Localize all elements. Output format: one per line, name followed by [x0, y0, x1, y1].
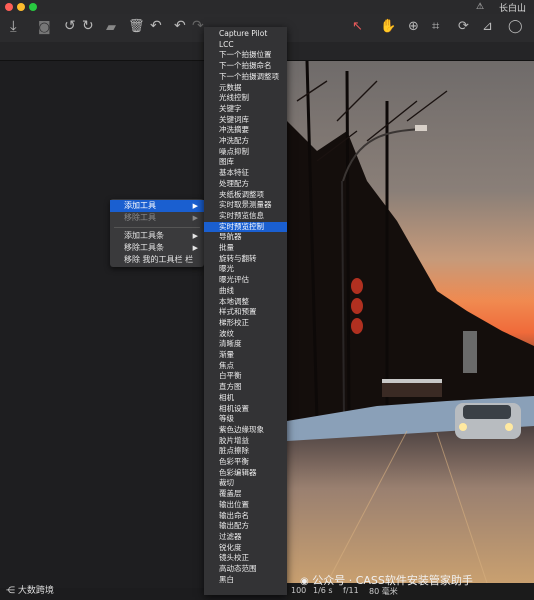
rotate-tool-icon[interactable]: ⟳	[458, 20, 469, 33]
submenu-item[interactable]: 梯形校正	[204, 318, 287, 329]
rotate-left-icon[interactable]: ↺	[64, 19, 76, 33]
submenu-item[interactable]: 胶片增益	[204, 436, 287, 447]
submenu-item[interactable]: 样式和预置	[204, 307, 287, 318]
submenu-item[interactable]: 下一个拍摄调整项	[204, 72, 287, 83]
submenu-item[interactable]: 关键字	[204, 104, 287, 115]
close-window-button[interactable]	[5, 3, 13, 11]
zoom-window-button[interactable]	[29, 3, 37, 11]
camera-icon[interactable]: ◙	[38, 21, 51, 34]
submenu-item[interactable]: LCC	[204, 40, 287, 51]
redo-icon[interactable]: ↷	[192, 19, 204, 33]
submenu-item[interactable]: 实时预览信息	[204, 211, 287, 222]
minimize-window-button[interactable]	[17, 3, 25, 11]
spot-removal-icon[interactable]: ◯	[508, 20, 523, 33]
submenu-item[interactable]: 旋转与翻转	[204, 254, 287, 265]
menu-add-toolbar[interactable]: 添加工具条 ▶	[110, 230, 204, 242]
submenu-item[interactable]: 关键词库	[204, 115, 287, 126]
submenu-item[interactable]: 实时取景测量器	[204, 200, 287, 211]
submenu-item[interactable]: 输出配方	[204, 521, 287, 532]
submenu-item[interactable]: 输出位置	[204, 500, 287, 511]
menu-separator	[114, 227, 200, 228]
submenu-item[interactable]: 元数据	[204, 83, 287, 94]
submenu-item[interactable]: 等级	[204, 414, 287, 425]
trash-icon[interactable]: 🗑	[128, 20, 145, 33]
submenu-item[interactable]: 基本特征	[204, 168, 287, 179]
zoom-tool-icon[interactable]: ⊕	[408, 20, 419, 33]
submenu-item[interactable]: 批量	[204, 243, 287, 254]
corner-logo: ⋲ 大数跨境	[6, 586, 54, 596]
submenu-item[interactable]: 相机	[204, 393, 287, 404]
import-icon[interactable]: ⤓	[10, 19, 17, 34]
submenu-item[interactable]: 本地调整	[204, 297, 287, 308]
submenu-item[interactable]: 脏点擦除	[204, 446, 287, 457]
submenu-item[interactable]: 实时预览控制	[204, 221, 287, 233]
submenu-item[interactable]: 裁切	[204, 478, 287, 489]
add-tool-submenu: Capture Pilot LCC 下一个拍摄位置 下一个拍摄命名 下一个拍摄调整项 元数…	[204, 27, 287, 595]
submenu-item[interactable]: 下一个拍摄位置	[204, 50, 287, 61]
rotate-right-icon[interactable]: ↻	[82, 19, 94, 33]
context-menu: 添加工具 ▶ 移除工具 ▶ 添加工具条 ▶ 移除工具条 ▶ 移除 我的工具栏 栏	[110, 199, 204, 267]
menu-remove-my-toolbar[interactable]: 移除 我的工具栏 栏	[110, 254, 204, 266]
submenu-item[interactable]: 直方图	[204, 382, 287, 393]
submenu-item[interactable]: 输出命名	[204, 511, 287, 522]
submenu-item[interactable]: 曝光评估	[204, 275, 287, 286]
submenu-item[interactable]: 镜头校正	[204, 553, 287, 564]
submenu-item[interactable]: Capture Pilot	[204, 29, 287, 40]
submenu-item[interactable]: 高动态范围	[204, 564, 287, 575]
window-title: 长白山	[498, 4, 526, 14]
crop-tool-icon[interactable]: ⌗	[432, 20, 439, 33]
undo-icon[interactable]: ↶	[174, 19, 186, 33]
logo-icon: ⋲	[6, 586, 15, 596]
menu-add-tool[interactable]: 添加工具 ▶	[110, 200, 204, 212]
image-viewer[interactable]	[287, 61, 534, 583]
submenu-item[interactable]: 处理配方	[204, 179, 287, 190]
submenu-item[interactable]: 噪点抑制	[204, 147, 287, 158]
menu-remove-toolbar[interactable]: 移除工具条 ▶	[110, 242, 204, 254]
submenu-item[interactable]: 曲线	[204, 286, 287, 297]
photo	[287, 61, 534, 583]
submenu-item[interactable]: 渐暈	[204, 350, 287, 361]
pan-tool-icon[interactable]: ✋	[380, 20, 396, 33]
submenu-item[interactable]: 曝光	[204, 264, 287, 275]
car	[455, 403, 521, 439]
submenu-item[interactable]: 紫色边缘现象	[204, 425, 287, 436]
folder-move-icon[interactable]: ▰	[106, 21, 116, 34]
submenu-item[interactable]: 相机设置	[204, 404, 287, 415]
submenu-item[interactable]: 冲洗配方	[204, 136, 287, 147]
title-bar: ⚠ 长白山	[0, 0, 534, 14]
cursor-tool-icon[interactable]: ↖	[352, 20, 363, 33]
submenu-item[interactable]: 冲洗摘要	[204, 125, 287, 136]
submenu-item[interactable]: 夹纸板调整项	[204, 190, 287, 201]
submenu-item[interactable]: 光线控制	[204, 93, 287, 104]
warning-icon: ⚠	[476, 2, 485, 12]
submenu-item[interactable]: 覆盖层	[204, 489, 287, 500]
submenu-item[interactable]: 黑白	[204, 575, 287, 586]
submenu-item[interactable]: 导航器	[204, 232, 287, 243]
submenu-item[interactable]: 色彩平衡	[204, 457, 287, 468]
submenu-item[interactable]: 白平衡	[204, 371, 287, 382]
submenu-item[interactable]: 下一个拍摄命名	[204, 61, 287, 72]
menu-remove-tool[interactable]: 移除工具 ▶	[110, 212, 204, 224]
submenu-item[interactable]: 色彩编辑器	[204, 468, 287, 479]
submenu-item[interactable]: 锐化度	[204, 543, 287, 554]
reset-icon[interactable]: ↶	[150, 19, 162, 33]
submenu-item[interactable]: 清晰度	[204, 339, 287, 350]
submenu-item[interactable]: 过滤器	[204, 532, 287, 543]
watermark: ◉ 公众号 · CASS软件安装管家助手	[300, 574, 473, 587]
submenu-item[interactable]: 焦点	[204, 361, 287, 372]
wechat-icon: ◉	[300, 576, 309, 587]
submenu-item[interactable]: 波纹	[204, 329, 287, 340]
submenu-item[interactable]: 图库	[204, 157, 287, 168]
keystone-tool-icon[interactable]: ⊿	[482, 20, 493, 33]
